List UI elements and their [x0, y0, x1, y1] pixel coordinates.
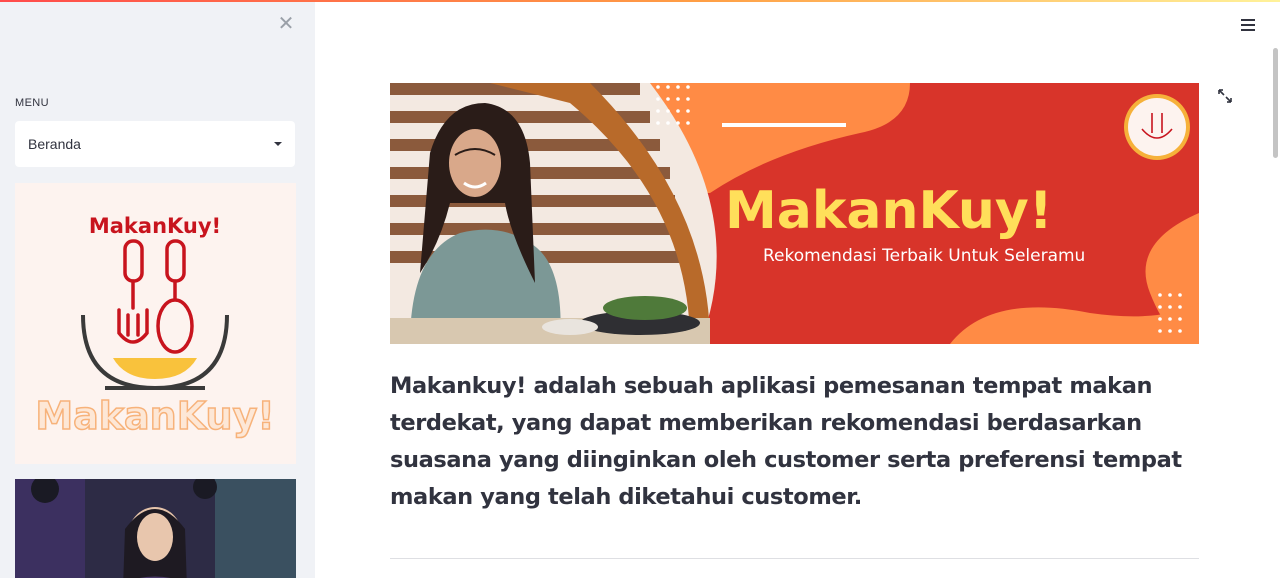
menu-select[interactable]: Beranda — [15, 121, 295, 167]
top-decoration-bar — [0, 0, 1280, 2]
close-icon[interactable]: ✕ — [277, 13, 295, 33]
app-description: Makankuy! adalah sebuah aplikasi pemesan… — [390, 373, 1182, 510]
sidebar: ✕ MENU Beranda MakanKuy! MakanKuy! — [0, 0, 315, 578]
logo-bottom-text: MakanKuy! — [35, 394, 274, 438]
makankuy-logo: MakanKuy! MakanKuy! — [15, 183, 296, 464]
scrollbar[interactable] — [1273, 48, 1278, 158]
menu-select-value: Beranda — [28, 136, 81, 152]
menu-label: MENU — [15, 97, 49, 109]
divider — [390, 558, 1199, 559]
chevron-down-icon — [274, 142, 282, 146]
banner-image: MakanKuy! Rekomendasi Terbaik Untuk Sele… — [390, 83, 1199, 344]
logo-title: MakanKuy! — [89, 214, 221, 238]
banner-subtitle: Rekomendasi Terbaik Untuk Seleramu — [763, 246, 1085, 266]
fullscreen-icon[interactable] — [1217, 88, 1233, 104]
hamburger-icon[interactable] — [1241, 19, 1255, 33]
banner-title: MakanKuy! — [725, 181, 1053, 241]
sidebar-restaurant-photo — [15, 479, 296, 578]
